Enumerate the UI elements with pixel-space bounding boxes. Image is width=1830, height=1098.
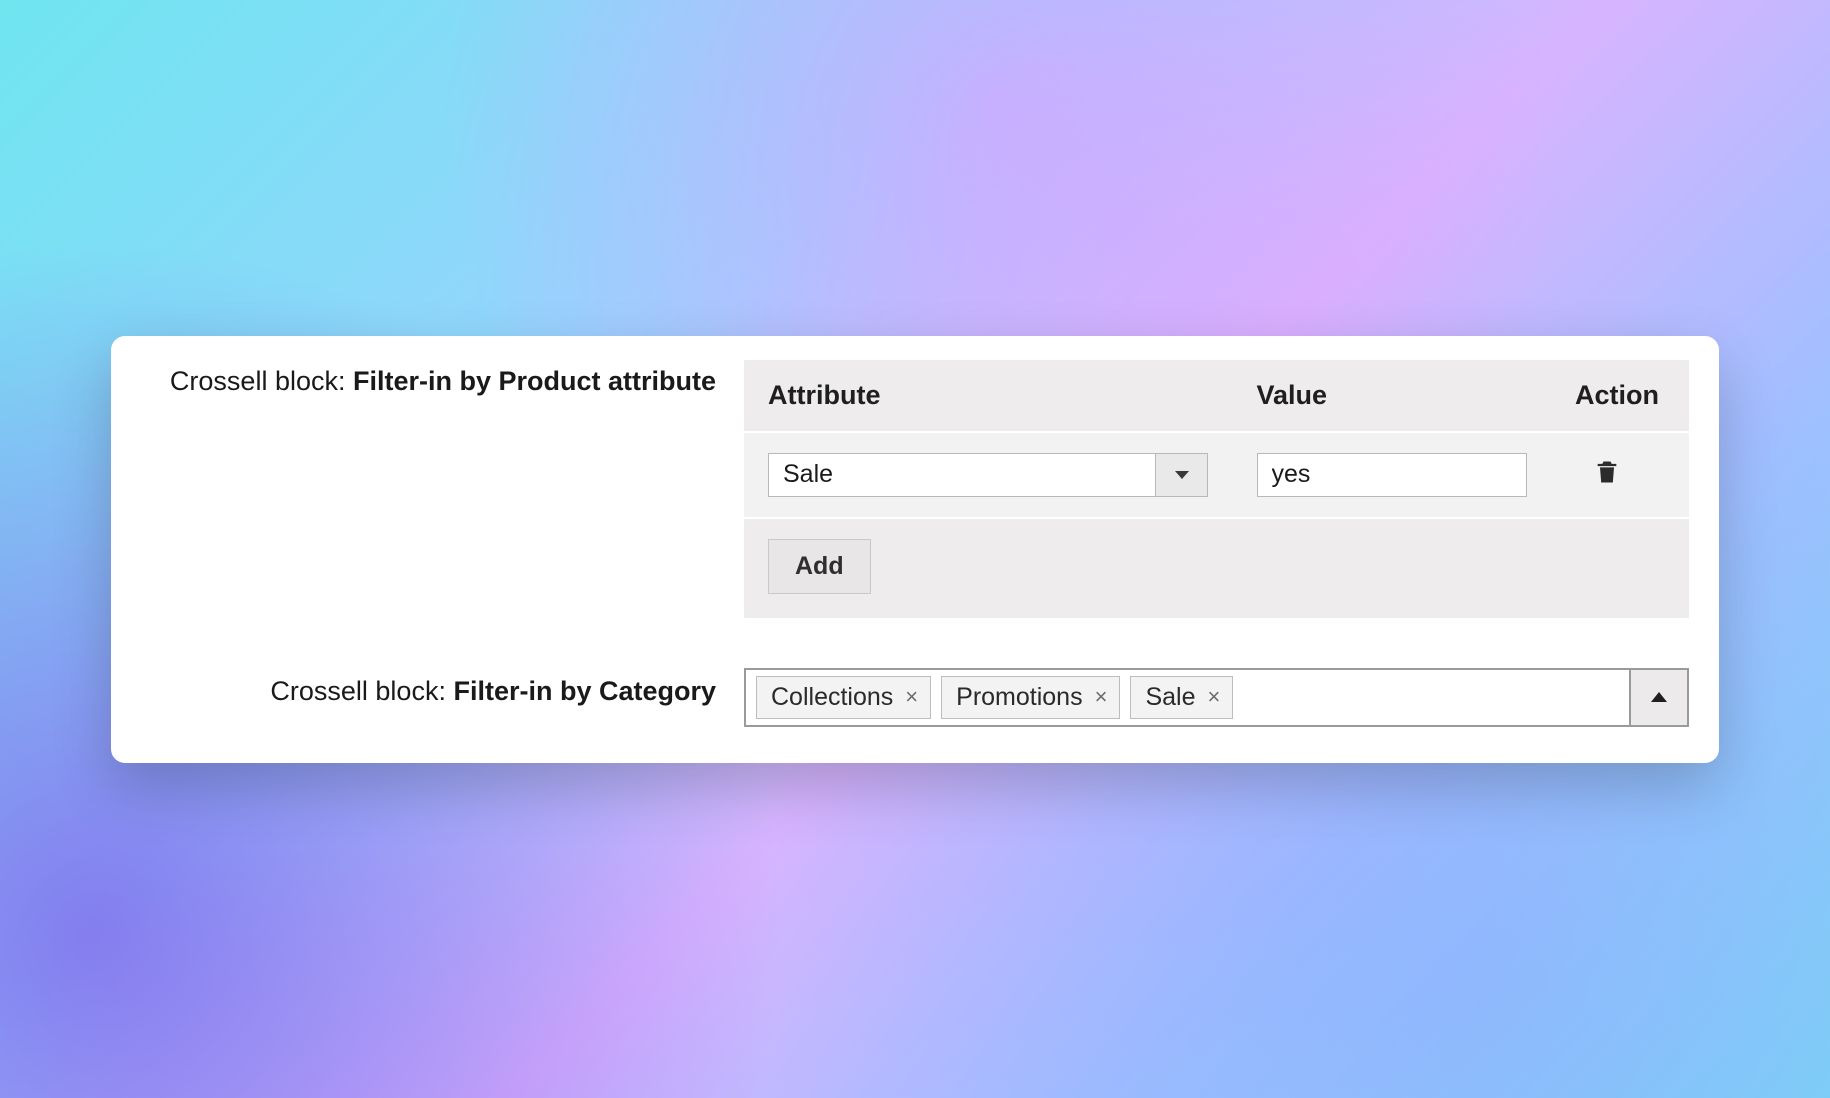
attribute-filter-label: Crossell block: Filter-in by Product att… [141, 360, 716, 397]
category-filter-row: Crossell block: Filter-in by Category Co… [141, 668, 1689, 727]
trash-icon [1593, 457, 1621, 487]
table-row [744, 432, 1689, 518]
add-row: Add [744, 518, 1689, 618]
label-strong: Filter-in by Product attribute [353, 366, 716, 396]
col-action: Action [1551, 360, 1689, 432]
attribute-table: Attribute Value Action [744, 360, 1689, 618]
col-value: Value [1233, 360, 1551, 432]
category-multiselect-toggle[interactable] [1629, 670, 1687, 725]
attribute-filter-row: Crossell block: Filter-in by Product att… [141, 360, 1689, 618]
tag-label: Collections [771, 683, 893, 712]
category-multiselect-wrap: Collections × Promotions × Sale × [744, 668, 1689, 727]
chevron-up-icon [1651, 692, 1667, 702]
category-tags: Collections × Promotions × Sale × [746, 670, 1629, 725]
category-tag: Sale × [1130, 676, 1233, 719]
tag-remove-icon[interactable]: × [1208, 686, 1221, 708]
attribute-combo-toggle[interactable] [1155, 454, 1207, 496]
tag-label: Promotions [956, 683, 1082, 712]
label-strong: Filter-in by Category [453, 676, 716, 706]
attribute-table-wrap: Attribute Value Action [744, 360, 1689, 618]
col-attribute: Attribute [744, 360, 1233, 432]
settings-card: Crossell block: Filter-in by Product att… [111, 336, 1719, 763]
category-filter-label: Crossell block: Filter-in by Category [141, 668, 716, 707]
value-input[interactable] [1257, 453, 1527, 497]
tag-remove-icon[interactable]: × [1095, 686, 1108, 708]
attribute-combo-input[interactable] [769, 454, 1155, 496]
category-tag: Collections × [756, 676, 931, 719]
category-tag: Promotions × [941, 676, 1120, 719]
tag-label: Sale [1145, 683, 1195, 712]
label-prefix: Crossell block: [270, 676, 453, 706]
add-button[interactable]: Add [768, 539, 871, 594]
tag-remove-icon[interactable]: × [905, 686, 918, 708]
delete-row-button[interactable] [1593, 457, 1621, 487]
attribute-combo[interactable] [768, 453, 1208, 497]
category-multiselect[interactable]: Collections × Promotions × Sale × [744, 668, 1689, 727]
label-prefix: Crossell block: [170, 366, 353, 396]
chevron-down-icon [1175, 471, 1189, 479]
